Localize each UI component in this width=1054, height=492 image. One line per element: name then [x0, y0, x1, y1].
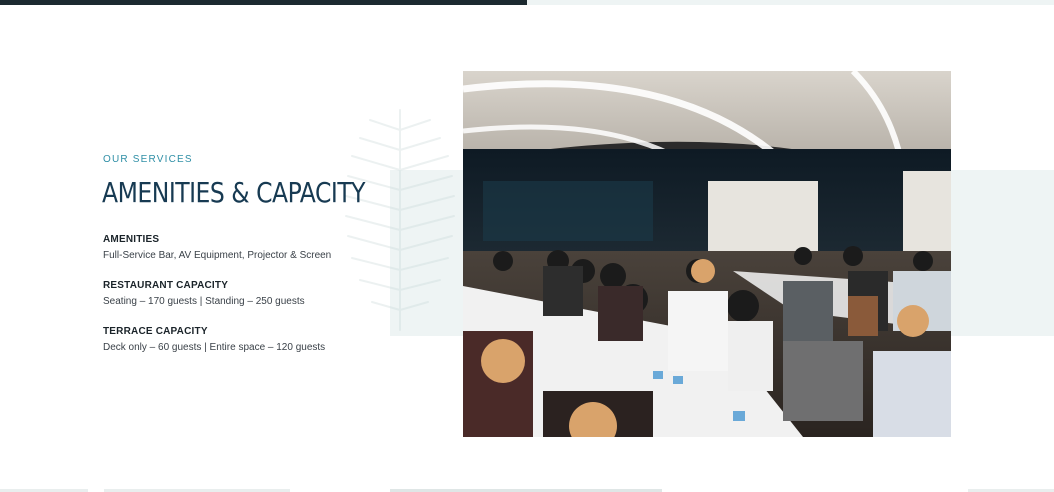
section-title: AMENITIES & CAPACITY	[102, 176, 366, 209]
restaurant-capacity-label: RESTAURANT CAPACITY	[103, 280, 229, 291]
event-photo-illustration	[463, 71, 951, 437]
top-image-strip	[0, 0, 527, 5]
amenities-value: Full-Service Bar, AV Equipment, Projecto…	[103, 250, 332, 261]
top-light-strip	[527, 0, 1054, 5]
restaurant-capacity-block: RESTAURANT CAPACITY Seating – 170 guests…	[103, 280, 423, 307]
amenities-block: AMENITIES Full-Service Bar, AV Equipment…	[103, 234, 423, 261]
terrace-capacity-block: TERRACE CAPACITY Deck only – 60 guests |…	[103, 326, 423, 353]
terrace-capacity-label: TERRACE CAPACITY	[103, 326, 208, 337]
amenities-label: AMENITIES	[103, 234, 160, 245]
restaurant-capacity-value: Seating – 170 guests | Standing – 250 gu…	[103, 296, 305, 307]
section-eyebrow: OUR SERVICES	[103, 154, 193, 165]
terrace-capacity-value: Deck only – 60 guests | Entire space – 1…	[103, 342, 326, 353]
event-photo	[463, 71, 951, 437]
